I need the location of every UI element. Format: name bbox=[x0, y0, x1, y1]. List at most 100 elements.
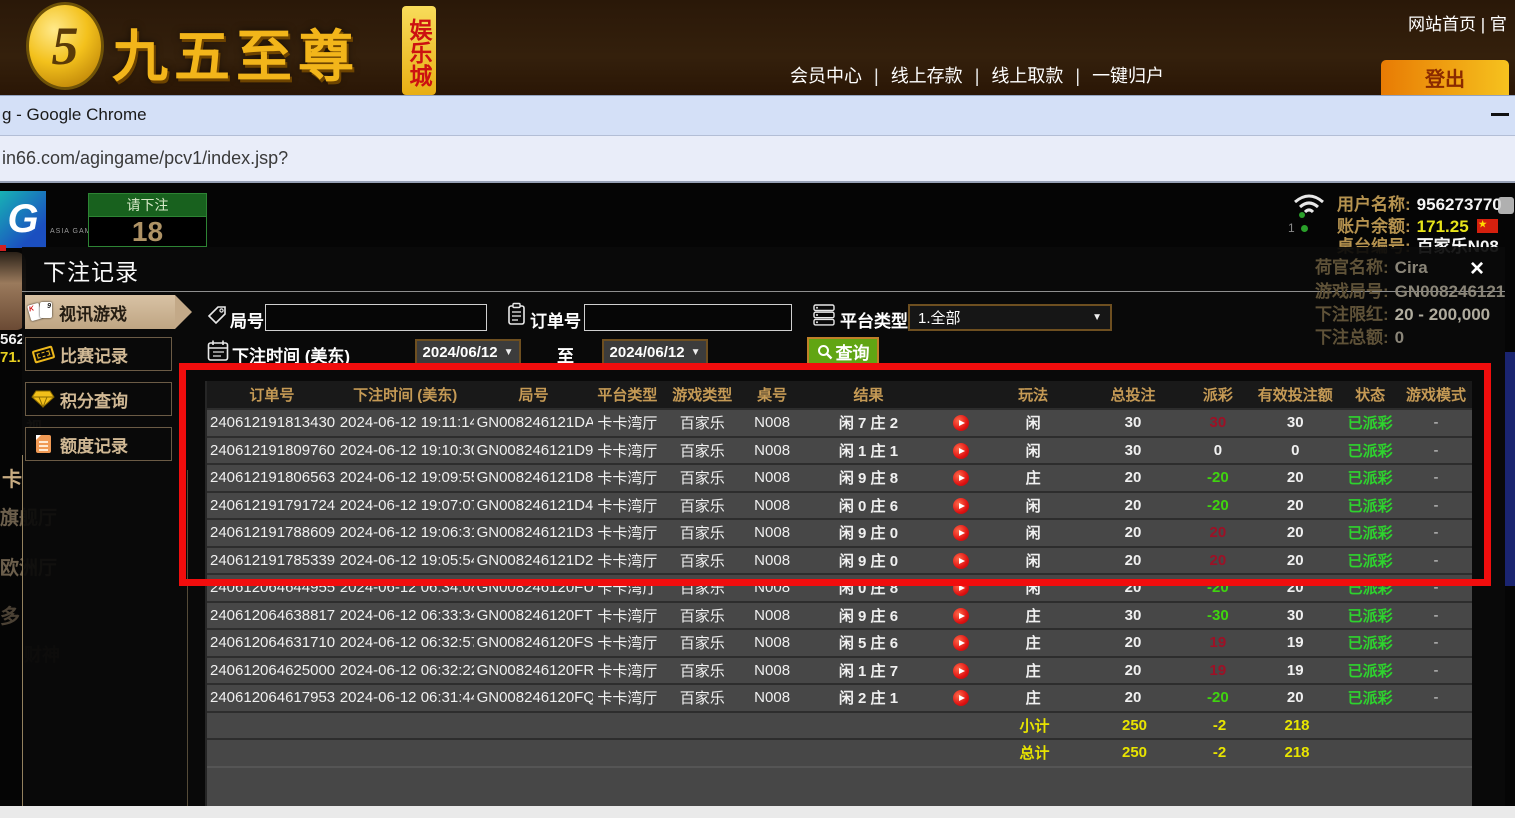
tab-label: 视讯游戏 bbox=[59, 304, 127, 324]
tab-label: 额度记录 bbox=[60, 436, 128, 456]
bet-record-row: 240612064638817 2024-06-12 06:33:34 GN0082… bbox=[207, 600, 1472, 628]
dealer-name-value: Cira bbox=[1394, 258, 1428, 277]
cell-platform: 卡卡湾厅 bbox=[597, 662, 658, 680]
cell-payout: 19 bbox=[1209, 661, 1227, 679]
site-banner: 5 九五至尊 娱乐城 网站首页 | 官 会员中心 | 线上存款 | 线上取款 | 一键归户 … bbox=[0, 0, 1515, 95]
cell-round_id: GN008246120FQ bbox=[476, 689, 594, 707]
bet-limit-label: 下注限红: bbox=[1315, 305, 1389, 324]
round-number-input[interactable] bbox=[265, 304, 487, 331]
replay-button[interactable] bbox=[952, 607, 969, 624]
cell-mode: - bbox=[1433, 634, 1439, 652]
countdown-value: 18 bbox=[88, 216, 207, 247]
platform-type-select[interactable]: 1.全部 ▼ bbox=[908, 304, 1112, 331]
modal-title: 下注记录 bbox=[43, 259, 139, 285]
total-bet-value: 0 bbox=[1394, 328, 1405, 347]
tab-match-records[interactable]: 比赛记录 bbox=[25, 337, 172, 371]
order-number-label: 订单号 bbox=[530, 312, 581, 331]
ag-letter: G bbox=[7, 197, 39, 241]
fragment-balance: 71. bbox=[0, 349, 21, 366]
site-logo-ribbon: 娱乐城 bbox=[402, 6, 436, 95]
cell-round_id: GN008246120FS bbox=[476, 634, 594, 652]
chevron-down-icon: ▼ bbox=[1092, 312, 1102, 323]
cell-order_id: 240612064625000 bbox=[210, 661, 336, 679]
cell-valid_bet: 30 bbox=[1286, 606, 1304, 624]
cell-mode: - bbox=[1433, 689, 1439, 707]
cell-total_bet: 20 bbox=[1124, 634, 1142, 652]
main-nav: 会员中心 | 线上存款 | 线上取款 | 一键归户 bbox=[790, 62, 1164, 88]
game-round-value: GN008246121 bbox=[1394, 282, 1506, 301]
nav-separator: | bbox=[874, 66, 879, 86]
cell-mode: - bbox=[1433, 606, 1439, 624]
site-logo-title: 九五至尊 bbox=[112, 25, 360, 88]
search-button[interactable]: 查询 bbox=[807, 337, 879, 366]
cell-game_type: 百家乐 bbox=[679, 690, 725, 708]
chevron-down-icon: ▼ bbox=[690, 347, 701, 358]
table-empty-area bbox=[207, 765, 1472, 806]
cell-bet_time: 2024-06-12 06:33:34 bbox=[339, 606, 474, 624]
tab-label: 积分查询 bbox=[60, 391, 128, 411]
bet-record-row: 240612064625000 2024-06-12 06:32:22 GN0082… bbox=[207, 655, 1472, 683]
lobby-edge-line bbox=[22, 455, 23, 806]
bet-record-row: 240612064631710 2024-06-12 06:32:57 GN0082… bbox=[207, 628, 1472, 656]
cell-game_type: 百家乐 bbox=[679, 607, 725, 625]
chevron-down-icon: ▼ bbox=[503, 347, 514, 358]
nav-deposit[interactable]: 线上存款 bbox=[891, 66, 963, 86]
top-links[interactable]: 网站首页 | 官 bbox=[1408, 10, 1507, 35]
totals-label: 小计 bbox=[1019, 717, 1050, 735]
totals-valid-bet: 218 bbox=[1284, 744, 1310, 762]
cell-replay bbox=[936, 689, 986, 707]
cell-payout: 19 bbox=[1209, 634, 1227, 652]
totals-label: 总计 bbox=[1019, 745, 1050, 763]
site-logo-coin-icon: 5 bbox=[26, 2, 104, 90]
nav-separator: | bbox=[974, 66, 980, 86]
order-number-input[interactable] bbox=[584, 304, 792, 331]
tab-video-games[interactable]: K9 视讯游戏 bbox=[25, 295, 192, 329]
cell-round_id: GN008246120FR bbox=[476, 661, 594, 679]
cell-replay bbox=[936, 662, 986, 679]
logout-button[interactable]: 登出 bbox=[1381, 60, 1509, 95]
nav-withdraw[interactable]: 线上取款 bbox=[991, 66, 1063, 86]
date-from-select[interactable]: 2024/06/12 ▼ bbox=[415, 339, 521, 366]
edge-strip bbox=[1505, 352, 1515, 586]
ticket-icon bbox=[26, 344, 60, 364]
cell-valid_bet: 19 bbox=[1286, 634, 1304, 652]
tab-points-query[interactable]: 积分查询 bbox=[25, 382, 172, 416]
cell-bet_time: 2024-06-12 06:31:44 bbox=[339, 689, 474, 707]
cell-result: 闲 5 庄 6 bbox=[838, 635, 899, 653]
seat-dot-icon bbox=[1300, 225, 1308, 232]
date-to-select[interactable]: 2024/06/12 ▼ bbox=[602, 339, 708, 366]
nav-member-center[interactable]: 会员中心 bbox=[790, 66, 862, 86]
url-text[interactable]: in66.com/agingame/pcv1/index.jsp? bbox=[2, 148, 288, 169]
platform-selected-value: 1.全部 bbox=[918, 310, 961, 327]
asia-gaming-logo: G bbox=[0, 191, 46, 248]
cell-platform: 卡卡湾厅 bbox=[597, 635, 658, 653]
cell-valid_bet: 20 bbox=[1286, 689, 1304, 707]
search-label: 查询 bbox=[835, 344, 870, 363]
platform-list-icon bbox=[813, 304, 835, 326]
grand-total-row: 总计 250 -2 218 bbox=[207, 738, 1472, 766]
calendar-icon bbox=[207, 340, 229, 361]
replay-button[interactable] bbox=[952, 635, 969, 652]
cell-table_no: N008 bbox=[754, 634, 791, 652]
cell-result: 闲 9 庄 6 bbox=[838, 607, 899, 625]
nav-one-key-transfer[interactable]: 一键归户 bbox=[1092, 66, 1164, 86]
diamond-icon bbox=[26, 390, 60, 408]
cell-bet_time: 2024-06-12 06:32:57 bbox=[339, 634, 474, 652]
tab-quota-records[interactable]: 额度记录 bbox=[25, 427, 172, 461]
replay-button[interactable] bbox=[952, 662, 969, 679]
minimize-button[interactable] bbox=[1485, 100, 1515, 128]
bottom-strip bbox=[0, 806, 1515, 818]
cell-replay bbox=[936, 634, 986, 652]
totals-total-bet: 250 bbox=[1121, 744, 1148, 762]
tag-icon bbox=[207, 306, 226, 325]
total-bet-row: 下注总额: 0 bbox=[1315, 323, 1404, 348]
cell-status: 已派彩 bbox=[1347, 607, 1393, 625]
replay-button[interactable] bbox=[952, 690, 969, 707]
nav-separator: | bbox=[1075, 66, 1081, 86]
minimize-icon bbox=[1491, 113, 1509, 116]
bet-prompt: 请下注 bbox=[88, 193, 207, 217]
cell-game_type: 百家乐 bbox=[679, 635, 725, 653]
chrome-urlbar[interactable]: in66.com/agingame/pcv1/index.jsp? bbox=[0, 135, 1515, 183]
cell-status: 已派彩 bbox=[1347, 662, 1393, 680]
cell-play: 庄 bbox=[1025, 607, 1041, 625]
